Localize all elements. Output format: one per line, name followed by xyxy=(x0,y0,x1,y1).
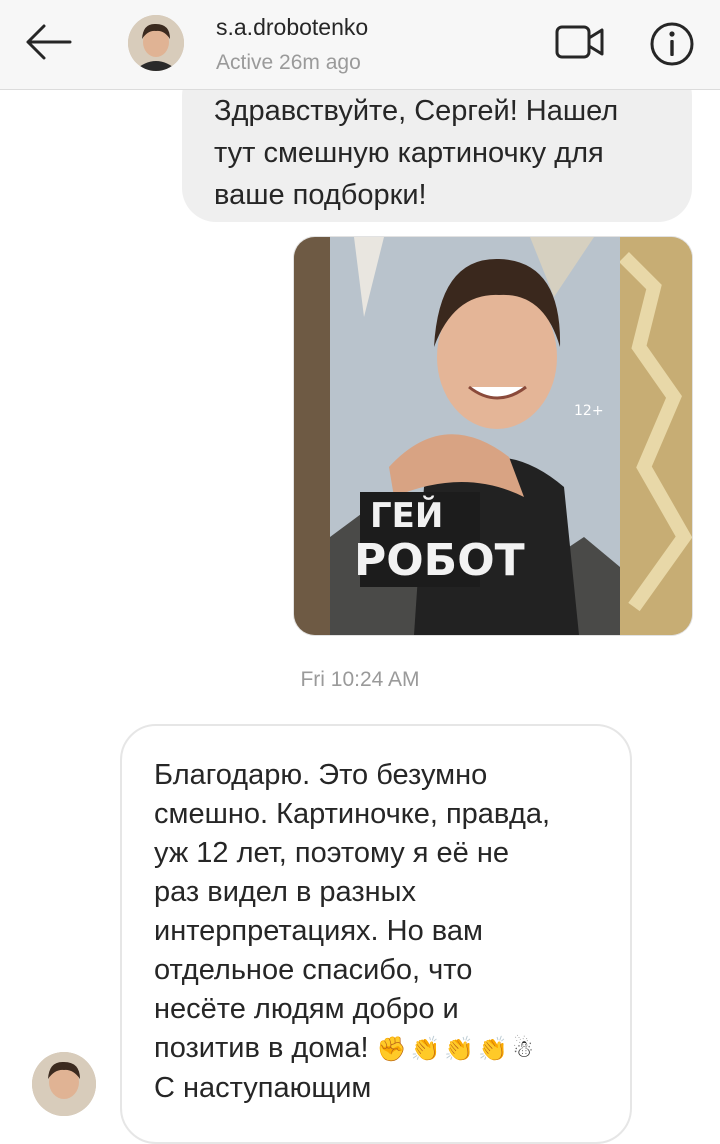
reply-line: Благодарю. Это безумно xyxy=(154,759,488,791)
reply-line: уж 12 лет, поэтому я её не xyxy=(154,837,509,869)
incoming-message[interactable]: Благодарю. Это безумно смешно. Картиночк… xyxy=(120,724,632,1144)
reply-line: интерпретациях. Но вам xyxy=(154,915,483,947)
poster-text-top: ГЕЙ xyxy=(370,495,443,536)
reply-line-text: позитив в дома! xyxy=(154,1032,369,1064)
reply-line: С наступающим xyxy=(154,1072,372,1104)
poster-age-label: 12+ xyxy=(574,403,604,419)
contact-username[interactable]: s.a.drobotenko xyxy=(216,14,368,41)
message-timestamp: Fri 10:24 AM xyxy=(300,668,420,691)
reply-line: отдельное спасибо, что xyxy=(154,954,473,986)
reply-emoji: ✊👏👏👏☃ xyxy=(376,1036,538,1063)
contact-avatar[interactable] xyxy=(128,15,184,71)
reply-line: несёте людям добро и xyxy=(154,993,459,1025)
chat-header: s.a.drobotenko Active 26m ago xyxy=(0,0,720,90)
back-arrow-icon[interactable] xyxy=(20,22,76,62)
info-icon[interactable] xyxy=(648,20,696,68)
video-camera-icon[interactable] xyxy=(554,20,606,64)
poster-text-bottom: РОБОТ xyxy=(354,535,525,586)
reply-line: позитив в дома! ✊👏👏👏☃ xyxy=(154,1029,610,1069)
sender-avatar[interactable] xyxy=(32,1052,96,1116)
shared-photo[interactable]: ГЕЙ РОБОТ 12+ xyxy=(293,236,693,636)
reply-line: раз видел в разных xyxy=(154,876,417,908)
reply-line: смешно. Картиночке, правда, xyxy=(154,798,551,830)
activity-status: Active 26m ago xyxy=(216,51,361,74)
